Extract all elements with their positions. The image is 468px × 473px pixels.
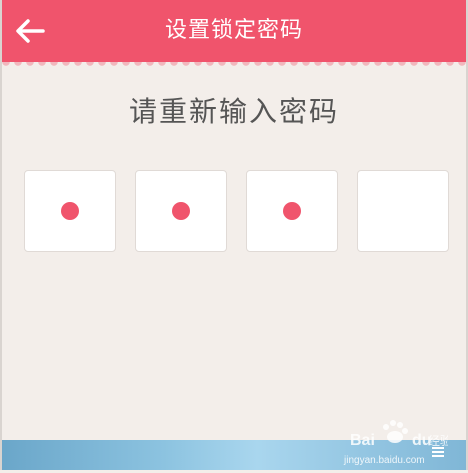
keyboard-top-edge bbox=[0, 440, 468, 470]
pin-dot-1 bbox=[61, 202, 79, 220]
page-title: 设置锁定密码 bbox=[164, 18, 303, 43]
pin-box-2[interactable] bbox=[135, 170, 227, 252]
title-bar: 设置锁定密码 bbox=[0, 0, 468, 62]
pin-dot-3 bbox=[283, 202, 301, 220]
keyboard-menu-icon[interactable] bbox=[432, 447, 444, 457]
pin-box-1[interactable] bbox=[24, 170, 116, 252]
pin-box-3[interactable] bbox=[246, 170, 338, 252]
pin-input-row[interactable] bbox=[0, 170, 468, 254]
header-scallop-divider bbox=[0, 62, 468, 70]
pin-dot-2 bbox=[172, 202, 190, 220]
reenter-password-prompt: 请重新输入密码 bbox=[128, 95, 339, 128]
pin-box-4[interactable] bbox=[357, 170, 449, 252]
